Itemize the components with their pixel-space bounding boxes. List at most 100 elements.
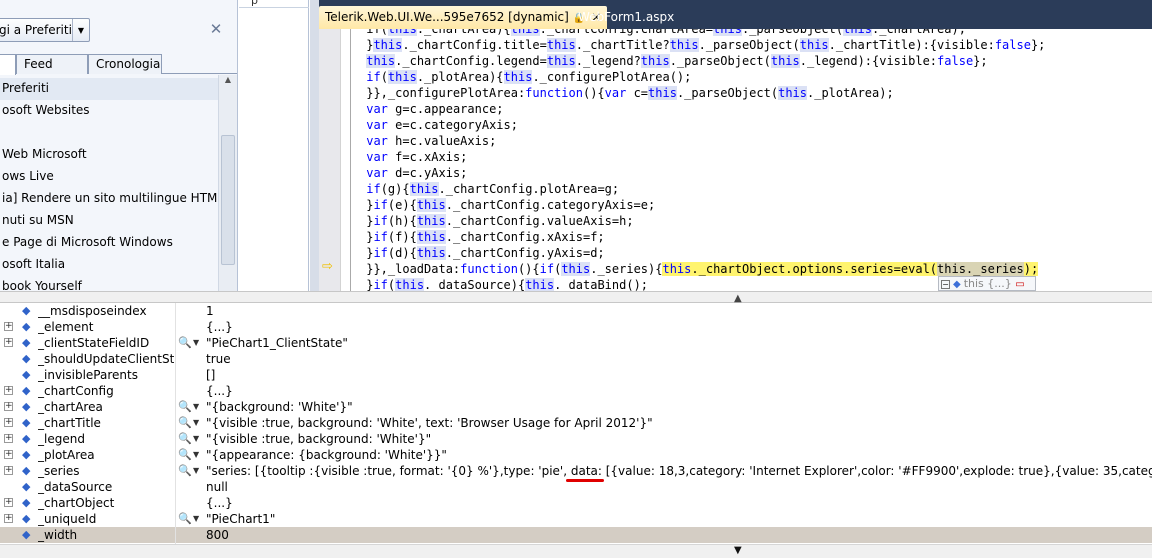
code-line: if(this._chartArea){this._chartConfig.ch… (359, 29, 1149, 37)
visualizer-dropdown-icon[interactable]: ▼ (193, 431, 199, 447)
favorites-folder-header[interactable]: Preferiti (0, 78, 218, 100)
row-name: _plotArea (38, 448, 95, 462)
magnifier-icon[interactable]: 🔍 (178, 335, 192, 351)
row-name: _clientStateFieldID (38, 336, 150, 350)
visualizer-dropdown-icon[interactable]: ▼ (193, 511, 199, 527)
table-row[interactable]: + ◆ _uniqueId 🔍 ▼ "PieChart1" (0, 511, 1152, 527)
expand-icon[interactable]: + (4, 418, 13, 427)
property-icon: ◆ (22, 528, 31, 541)
magnifier-icon[interactable]: 🔍 (178, 511, 192, 527)
magnifier-icon[interactable]: 🔍 (178, 399, 192, 415)
row-value: "{visible :true, background: 'White'}" (206, 432, 432, 446)
horizontal-splitter[interactable]: ▲ (0, 291, 1152, 304)
expand-icon[interactable]: + (4, 338, 13, 347)
expand-icon[interactable]: + (4, 450, 13, 459)
tab-feed[interactable]: Feed (16, 54, 88, 74)
favorites-scrollbar[interactable]: ▲ (218, 75, 237, 291)
table-row[interactable]: + ◆ _chartTitle 🔍 ▼ "{visible :true, backgrou… (0, 415, 1152, 431)
list-item[interactable]: ia] Rendere un sito multilingue HTML.... (0, 188, 218, 210)
scroll-up-icon[interactable]: ▲ (219, 75, 237, 89)
table-row[interactable]: + ◆ _chartConfig {...} (0, 383, 1152, 399)
row-value: 1 (206, 304, 214, 318)
add-to-favorites-button[interactable]: gi a Preferiti ▼ (0, 18, 90, 42)
visualizer-dropdown-icon[interactable]: ▼ (193, 447, 199, 463)
list-item[interactable]: book Yourself (0, 276, 218, 291)
property-icon: ◆ (22, 304, 31, 317)
tab-webform1[interactable]: WebForm1.aspx (572, 6, 680, 29)
property-icon: ◆ (22, 496, 31, 509)
visualizer-dropdown-icon[interactable]: ▼ (193, 335, 199, 351)
chevron-down-icon[interactable]: ▼ (71, 19, 89, 41)
property-icon: ◆ (22, 368, 31, 381)
favorites-list: Preferiti osoft Websites Web Microsoft o… (0, 78, 218, 291)
row-name: _chartObject (38, 496, 115, 510)
row-name: _chartTitle (38, 416, 101, 430)
property-icon: ◆ (22, 416, 31, 429)
expand-icon[interactable]: + (4, 322, 13, 331)
list-item[interactable]: osoft Websites (0, 100, 218, 122)
collapse-icon[interactable]: − (941, 279, 950, 289)
expand-icon[interactable]: + (4, 402, 13, 411)
table-row[interactable]: + ◆ _plotArea 🔍 ▼ "{appearance: {background: … (0, 447, 1152, 463)
close-icon[interactable]: ✕ (208, 22, 224, 38)
row-value: {...} (206, 320, 233, 334)
visualizer-dropdown-icon[interactable]: ▼ (193, 399, 199, 415)
table-row[interactable]: + ◆ _clientStateFieldID 🔍 ▼ "PieChart1_Client… (0, 335, 1152, 351)
property-icon: ◆ (953, 279, 961, 290)
tab-telerik-script[interactable]: Telerik.Web.UI.We...595e7652 [dynamic] 🔒 × (319, 6, 608, 29)
expand-icon[interactable]: + (4, 466, 13, 475)
property-icon: ◆ (22, 384, 31, 397)
editor-tab-bar: Telerik.Web.UI.We...595e7652 [dynamic] 🔒 ×… (319, 0, 1152, 29)
tab-label: WebForm1.aspx (578, 10, 675, 24)
tab-favorites[interactable] (0, 54, 16, 75)
table-row[interactable]: + ◆ _element {...} (0, 319, 1152, 335)
table-row[interactable]: ◆ _invisibleParents [] (0, 367, 1152, 383)
tab-history[interactable]: Cronologia (88, 54, 162, 74)
table-row[interactable]: + ◆ _legend 🔍 ▼ "{visible :true, background: … (0, 431, 1152, 447)
table-row[interactable]: + ◆ _chartArea 🔍 ▼ "{background: 'White'}" (0, 399, 1152, 415)
code-line: var g=c.appearance; (366, 102, 504, 116)
column-divider (175, 303, 176, 544)
list-item[interactable]: ows Live (0, 166, 218, 188)
code-line: if(g){this._chartConfig.plotArea=g; (366, 182, 620, 196)
list-item[interactable]: Web Microsoft (0, 144, 218, 166)
side-pane: p (239, 0, 309, 291)
row-value: true (206, 352, 231, 366)
visualizer-dropdown-icon[interactable]: ▼ (193, 463, 199, 479)
table-row[interactable]: ◆ __msdisposeindex 1 (0, 303, 1152, 319)
row-value: {...} (206, 384, 233, 398)
list-item[interactable] (0, 122, 218, 144)
property-icon: ◆ (22, 464, 31, 477)
magnifier-icon[interactable]: 🔍 (178, 415, 192, 431)
expand-icon[interactable]: + (4, 386, 13, 395)
watch-grid: ◆ __msdisposeindex 1 + ◆ _element {...} + ◆ _clie… (0, 303, 1152, 544)
outline-guide (350, 29, 356, 291)
expand-icon[interactable]: + (4, 498, 13, 507)
favorites-panel: gi a Preferiti ▼ ✕ Feed Cronologia Prefe… (0, 0, 238, 291)
expand-icon[interactable]: + (4, 434, 13, 443)
pin-icon[interactable]: ▭ (1015, 279, 1024, 290)
code-text[interactable]: if(this._chartArea){this._chartConfig.ch… (359, 29, 1149, 291)
current-statement-arrow-icon: ⇨ (322, 259, 333, 274)
table-row[interactable]: + ◆ _series 🔍 ▼ "series: [{tooltip :{visible … (0, 463, 1152, 479)
scrollbar-thumb[interactable] (221, 135, 235, 265)
magnifier-icon[interactable]: 🔍 (178, 431, 192, 447)
row-value: null (206, 480, 228, 494)
list-item[interactable]: nuti su MSN (0, 210, 218, 232)
magnifier-icon[interactable]: 🔍 (178, 463, 192, 479)
table-row[interactable]: ◆ _width 800 (0, 527, 1152, 543)
magnifier-icon[interactable]: 🔍 (178, 447, 192, 463)
row-value: "{visible :true, background: 'White', te… (206, 416, 653, 430)
datatip[interactable]: − ◆ this {...} ▭ (938, 276, 1036, 291)
expand-icon[interactable]: + (4, 514, 13, 523)
pane-splitter[interactable] (310, 0, 319, 291)
list-item[interactable]: osoft Italia (0, 254, 218, 276)
property-icon: ◆ (22, 352, 31, 365)
table-row[interactable]: ◆ _shouldUpdateClientState true (0, 351, 1152, 367)
list-item[interactable]: e Page di Microsoft Windows (0, 232, 218, 254)
add-to-favorites-label: gi a Preferiti (0, 23, 72, 37)
row-value: {...} (206, 496, 233, 510)
table-row[interactable]: + ◆ _chartObject {...} (0, 495, 1152, 511)
visualizer-dropdown-icon[interactable]: ▼ (193, 415, 199, 431)
watch-grid-footer: ▼ (0, 544, 1152, 558)
